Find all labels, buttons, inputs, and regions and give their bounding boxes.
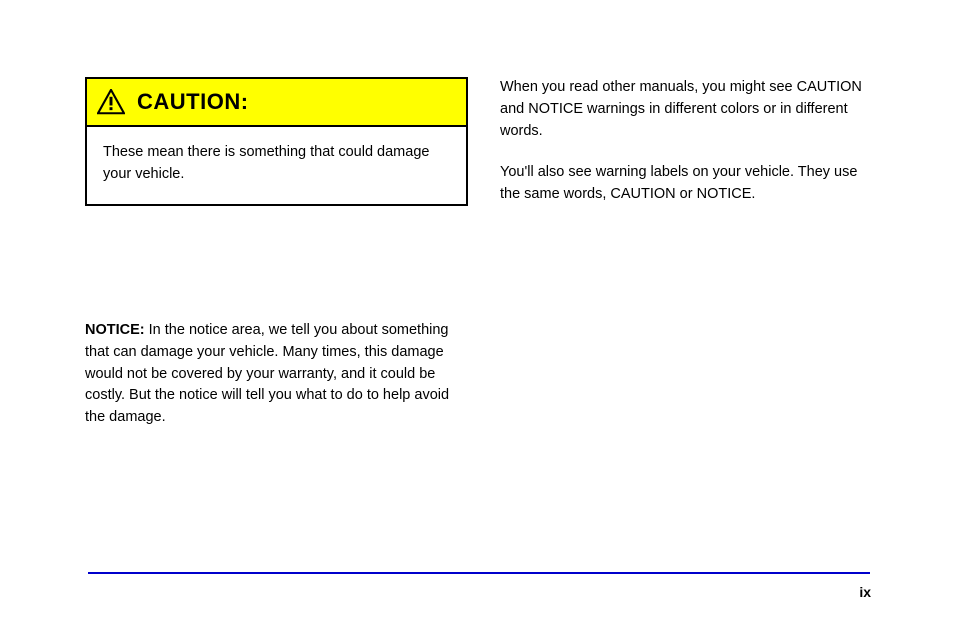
warning-triangle-icon (97, 89, 125, 115)
caution-body: These mean there is something that could… (87, 127, 466, 204)
caution-body-text: These mean there is something that could… (103, 144, 429, 182)
right-paragraph-2: You'll also see warning labels on your v… (500, 162, 870, 206)
page-number: ix (859, 584, 871, 600)
right-column: When you read other manuals, you might s… (500, 77, 870, 226)
footer-divider (88, 572, 870, 574)
notice-label: NOTICE: (85, 322, 145, 338)
caution-box: CAUTION: These mean there is something t… (85, 77, 468, 206)
notice-block: NOTICE: In the notice area, we tell you … (85, 320, 468, 429)
right-paragraph-1: When you read other manuals, you might s… (500, 77, 870, 142)
caution-title: CAUTION: (137, 89, 249, 115)
caution-header: CAUTION: (87, 79, 466, 127)
